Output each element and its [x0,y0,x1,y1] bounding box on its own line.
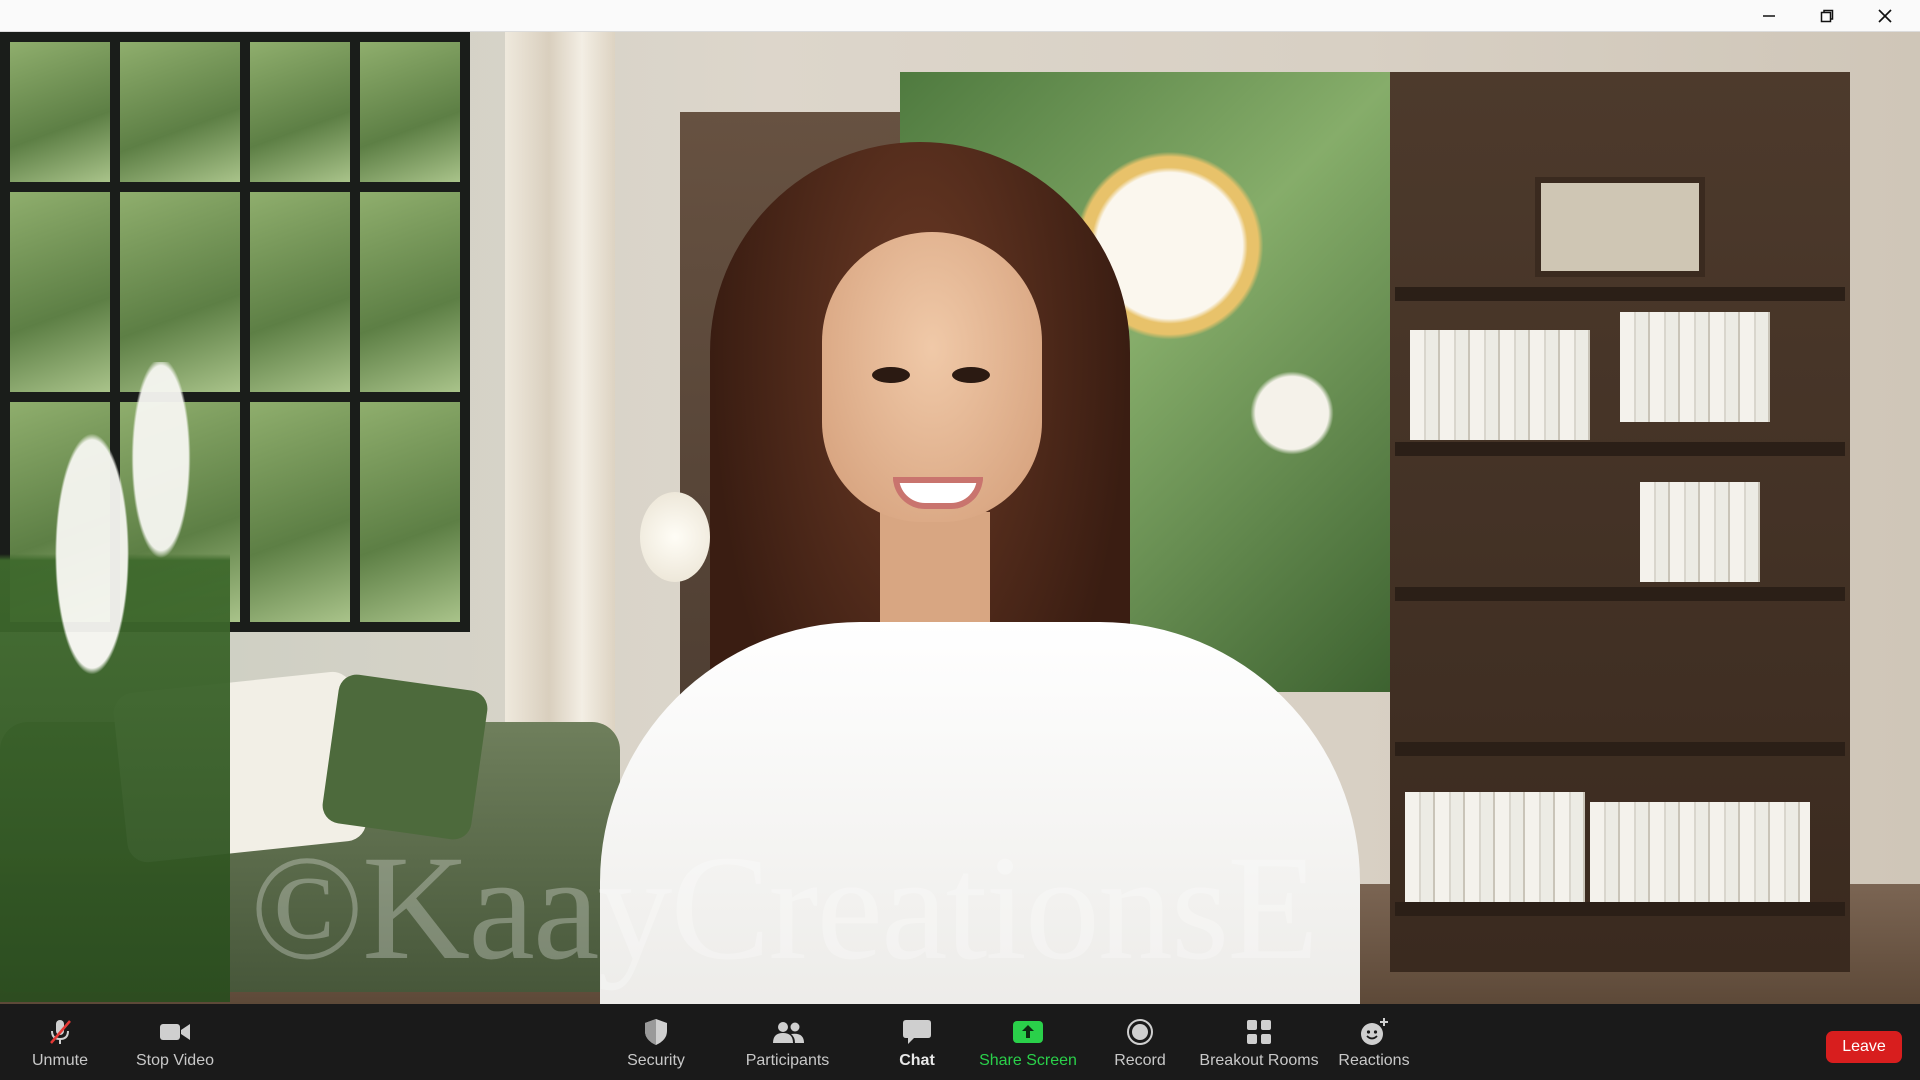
curtain [505,32,615,752]
record-label: Record [1114,1051,1166,1069]
participant-video: ©KaayCreationsE [0,32,1920,1004]
stop-video-label: Stop Video [136,1051,214,1069]
reactions-label: Reactions [1338,1051,1410,1069]
breakout-rooms-button[interactable]: Breakout Rooms [1194,1004,1324,1080]
participants-button[interactable]: Participants [735,1004,840,1080]
record-button[interactable]: Record [1103,1004,1177,1080]
microphone-muted-icon [43,1015,77,1049]
watermark-text: ©KaayCreationsE [250,825,1319,991]
title-bar [0,0,1920,32]
chat-label: Chat [899,1051,935,1069]
books [1410,330,1590,440]
grid-icon [1242,1015,1276,1049]
minimize-icon [1763,15,1775,17]
minimize-button[interactable] [1740,0,1798,32]
smiley-plus-icon [1357,1015,1391,1049]
books [1620,312,1770,422]
share-screen-arrow-icon [1011,1015,1045,1049]
share-screen-label: Share Screen [979,1051,1077,1069]
books [1640,482,1760,582]
participants-label: Participants [745,1051,830,1069]
books [1590,802,1810,902]
books [1405,792,1585,902]
cushion [320,672,490,842]
restore-button[interactable] [1798,0,1856,32]
unmute-label: Unmute [31,1051,89,1069]
shield-icon [639,1015,673,1049]
orchid-plant [0,362,230,1002]
chat-bubble-icon [900,1015,934,1049]
security-label: Security [627,1051,685,1069]
close-button[interactable] [1856,0,1914,32]
security-button[interactable]: Security [615,1004,697,1080]
meeting-toolbar: Unmute Stop Video Security Participants … [0,1004,1920,1080]
picture-frame [1535,177,1705,277]
share-screen-button[interactable]: Share Screen [975,1004,1081,1080]
people-icon [771,1015,805,1049]
leave-button[interactable]: Leave [1826,1031,1902,1063]
record-circle-icon [1123,1015,1157,1049]
stop-video-button[interactable]: Stop Video [128,1004,222,1080]
reactions-button[interactable]: Reactions [1334,1004,1414,1080]
breakout-rooms-label: Breakout Rooms [1199,1051,1319,1069]
chat-button[interactable]: Chat [880,1004,954,1080]
restore-icon [1820,9,1834,23]
close-icon [1878,9,1892,23]
unmute-button[interactable]: Unmute [20,1004,100,1080]
video-camera-icon [158,1015,192,1049]
